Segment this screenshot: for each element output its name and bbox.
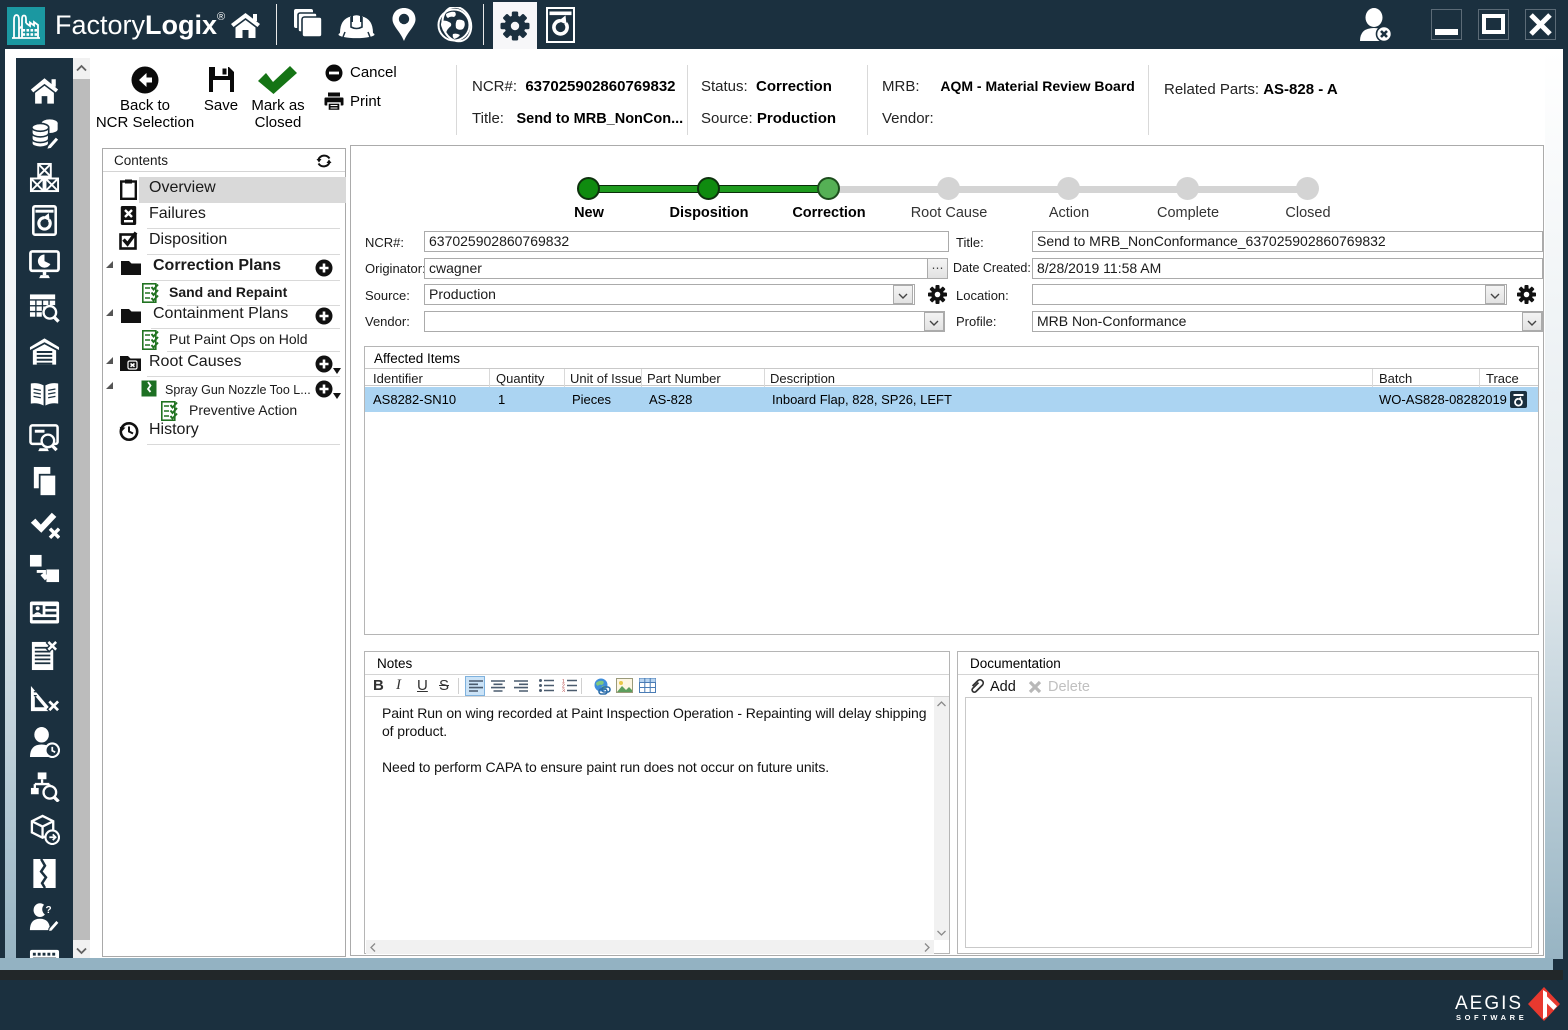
svg-text:3: 3 [562,689,565,693]
svg-text:?: ? [46,905,52,916]
